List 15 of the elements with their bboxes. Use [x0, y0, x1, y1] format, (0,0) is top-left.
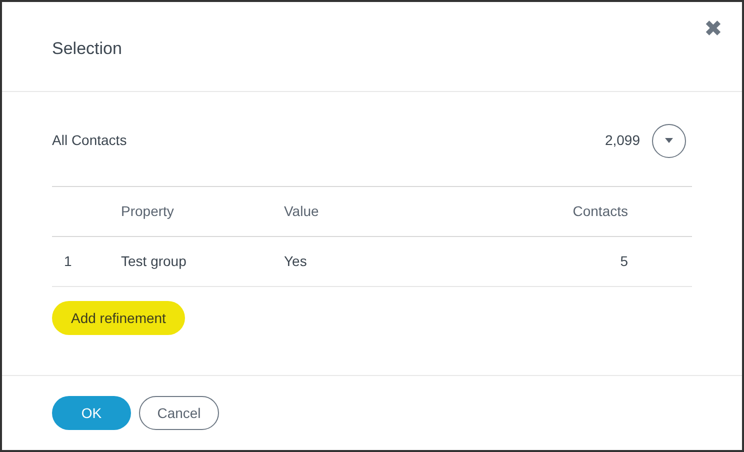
ok-button[interactable]: OK — [52, 396, 131, 430]
table-cell: Test group — [121, 252, 186, 268]
table-cell: 5 — [620, 252, 628, 268]
cancel-button[interactable]: Cancel — [139, 396, 219, 430]
table-cell: Yes — [284, 252, 307, 268]
add-refinement-button[interactable]: Add refinement — [52, 301, 185, 335]
contact-count: 2,099 — [604, 131, 640, 150]
dialog-title: Selection — [52, 38, 122, 60]
base-label: All Contacts — [52, 131, 127, 150]
column-header: Contacts — [572, 202, 628, 218]
dropdown-button[interactable] — [652, 124, 686, 158]
column-header: Property — [121, 202, 174, 218]
caret-icon — [665, 138, 673, 143]
table-cell: 1 — [64, 252, 72, 268]
column-header: Value — [284, 202, 319, 218]
